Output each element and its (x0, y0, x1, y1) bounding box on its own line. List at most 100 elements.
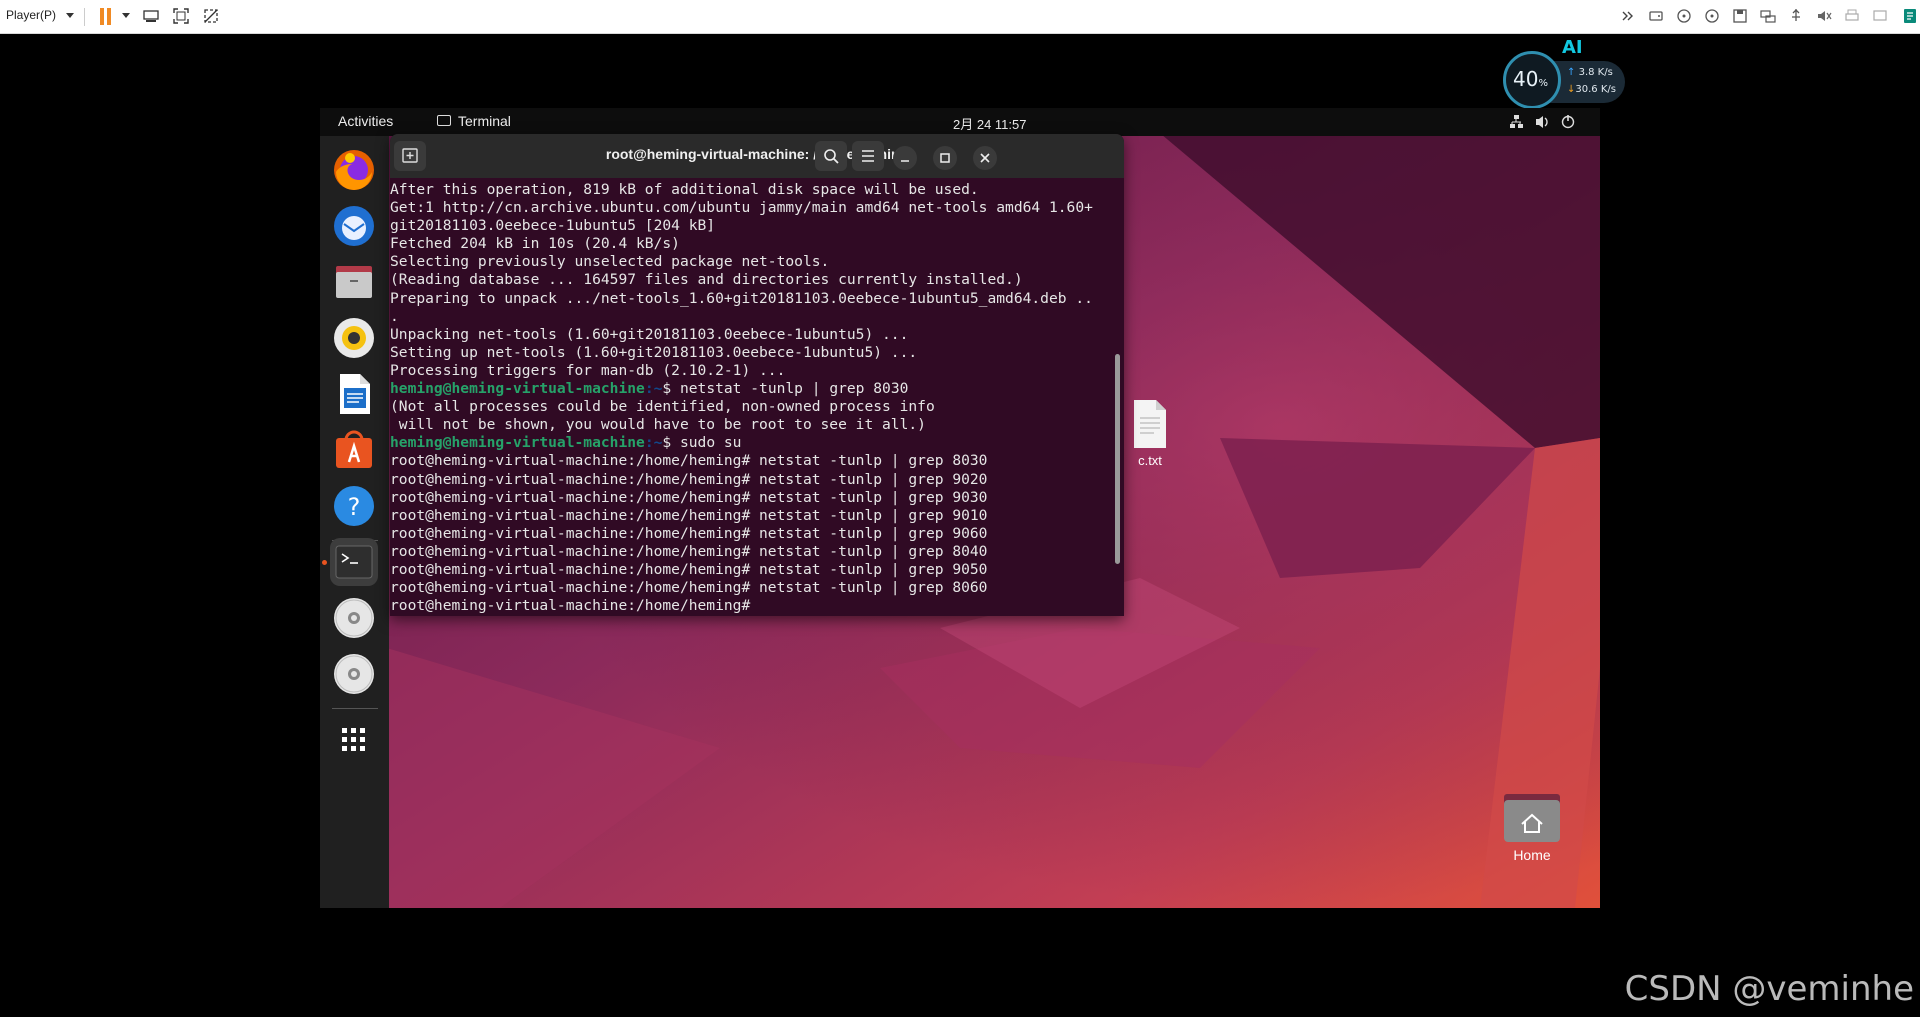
line-text: root@heming-virtual-machine:/home/heming… (390, 524, 988, 542)
cdrom-icon[interactable] (1676, 8, 1692, 24)
minimize-button[interactable] (893, 146, 917, 170)
line-text: . (390, 307, 399, 325)
libreoffice-writer-icon[interactable] (330, 370, 378, 418)
unity-mode-icon[interactable] (203, 8, 219, 24)
terminal-line: Fetched 204 kB in 10s (20.4 kB/s) (390, 235, 1110, 253)
terminal-line: root@heming-virtual-machine:/home/heming… (390, 489, 1110, 507)
terminal-line: After this operation, 819 kB of addition… (390, 181, 1110, 199)
thunderbird-icon[interactable] (330, 202, 378, 250)
terminal-line: Preparing to unpack .../net-tools_1.60+g… (390, 290, 1110, 308)
system-menu[interactable] (1510, 114, 1580, 133)
send-ctrl-alt-del-icon[interactable] (143, 8, 159, 24)
running-indicator (322, 560, 327, 565)
toolbar-divider (84, 8, 85, 26)
terminal-line: Get:1 http://cn.archive.ubuntu.com/ubunt… (390, 199, 1110, 217)
line-text: will not be shown, you would have to be … (390, 416, 926, 434)
firefox-icon[interactable] (330, 146, 378, 194)
terminal-line: Setting up net-tools (1.60+git20181103.0… (390, 344, 1110, 362)
usb-icon[interactable] (1788, 8, 1804, 24)
terminal-scrollbar[interactable] (1115, 354, 1120, 564)
terminal-line: . (390, 308, 1110, 326)
line-text: $ sudo su (662, 434, 742, 452)
cdrom-icon[interactable] (1704, 8, 1720, 24)
rhythmbox-icon[interactable] (330, 314, 378, 362)
app-center-icon[interactable] (330, 426, 378, 474)
activities-button[interactable]: Activities (338, 113, 393, 129)
show-apps-icon[interactable] (330, 716, 378, 764)
hamburger-menu-button[interactable] (852, 141, 884, 171)
chevron-down-icon[interactable] (66, 13, 74, 18)
home-label: Home (1513, 847, 1551, 863)
hard-disk-icon[interactable] (1648, 8, 1664, 24)
line-text: root@heming-virtual-machine:/home/heming… (390, 488, 988, 506)
terminal-line: root@heming-virtual-machine:/home/heming… (390, 525, 1110, 543)
clock[interactable]: 2月 24 11:57 (953, 114, 1026, 133)
line-text: root@heming-virtual-machine:/home/heming… (390, 560, 988, 578)
search-icon (824, 149, 839, 164)
terminal-line: heming@heming-virtual-machine:~$ netstat… (390, 380, 1110, 398)
terminal-line: will not be shown, you would have to be … (390, 416, 1110, 434)
cpu-percent: 40% (1513, 67, 1548, 91)
files-icon[interactable] (330, 258, 378, 306)
prompt-path: :~ (644, 434, 663, 452)
dvd-icon[interactable] (330, 594, 378, 642)
search-button[interactable] (815, 141, 847, 171)
close-button[interactable] (973, 146, 997, 170)
gnome-top-bar: Activities Terminal 2月 24 11:57 (320, 108, 1600, 136)
terminal-icon[interactable] (330, 538, 378, 586)
maximize-button[interactable] (933, 146, 957, 170)
network-icon (1510, 115, 1523, 128)
network-adapter-icon[interactable] (1760, 8, 1776, 24)
text-file-icon (1134, 400, 1166, 448)
guest-screen[interactable]: Activities Terminal 2月 24 11:57 ? c.txt … (320, 108, 1600, 908)
chevron-down-icon[interactable] (122, 13, 130, 18)
terminal-window[interactable]: root@heming-virtual-machine: /home/hemin… (390, 134, 1124, 616)
terminal-line: heming@heming-virtual-machine:~$ sudo su (390, 434, 1110, 452)
line-text: $ netstat -tunlp | grep 8030 (662, 380, 909, 398)
desktop-file-item[interactable]: c.txt (1120, 398, 1180, 468)
line-text: Get:1 http://cn.archive.ubuntu.com/ubunt… (390, 199, 1093, 217)
prompt-user: heming@heming-virtual-machine (390, 380, 645, 398)
sound-card-icon[interactable] (1816, 8, 1832, 24)
line-text: (Reading database ... 164597 files and d… (390, 271, 1023, 289)
terminal-line: (Not all processes could be identified, … (390, 398, 1110, 416)
ai-badge: AI (1562, 37, 1583, 58)
desktop-home-item[interactable]: Home (1497, 792, 1567, 863)
app-menu[interactable]: Terminal (437, 113, 511, 129)
dvd-icon[interactable] (330, 650, 378, 698)
arrow-up-icon: ↑ (1567, 67, 1576, 78)
floppy-icon[interactable] (1732, 8, 1748, 24)
terminal-header-bar[interactable]: root@heming-virtual-machine: /home/hemin… (390, 134, 1124, 178)
line-text: git20181103.0eebece-1ubuntu5 [204 kB] (390, 217, 716, 235)
prompt-user: heming@heming-virtual-machine (390, 434, 645, 452)
fullscreen-icon[interactable] (173, 8, 189, 24)
line-text: Setting up net-tools (1.60+git20181103.0… (390, 343, 918, 361)
overflow-chevron-icon[interactable] (1620, 8, 1636, 24)
prompt-path: :~ (644, 380, 663, 398)
terminal-line: root@heming-virtual-machine:/home/heming… (390, 507, 1110, 525)
menu-icon (862, 150, 874, 162)
line-text: Selecting previously unselected package … (390, 253, 830, 271)
line-text: Fetched 204 kB in 10s (20.4 kB/s) (390, 235, 680, 253)
line-text: root@heming-virtual-machine:/home/heming… (390, 470, 988, 488)
terminal-line: Unpacking net-tools (1.60+git20181103.0e… (390, 326, 1110, 344)
player-menu[interactable]: Player(P) (6, 8, 56, 22)
terminal-output[interactable]: After this operation, 819 kB of addition… (390, 181, 1110, 616)
svg-text:?: ? (348, 493, 361, 521)
line-text: root@heming-virtual-machine:/home/heming… (390, 579, 988, 597)
terminal-line: git20181103.0eebece-1ubuntu5 [204 kB] (390, 217, 1110, 235)
file-label: c.txt (1138, 453, 1162, 468)
terminal-line: root@heming-virtual-machine:/home/heming… (390, 579, 1110, 597)
message-log-icon[interactable] (1902, 8, 1918, 24)
home-folder-icon (1504, 794, 1560, 842)
terminal-line: root@heming-virtual-machine:/home/heming… (390, 543, 1110, 561)
line-text: root@heming-virtual-machine:/home/heming… (390, 506, 988, 524)
terminal-line: root@heming-virtual-machine:/home/heming… (390, 452, 1110, 470)
printer-icon[interactable] (1844, 8, 1860, 24)
help-icon[interactable]: ? (330, 482, 378, 530)
network-monitor-widget[interactable]: 40% AI ↑ 3.8 K/s ↓30.6 K/s (1503, 37, 1625, 109)
terminal-line: root@heming-virtual-machine:/home/heming… (390, 471, 1110, 489)
terminal-line: root@heming-virtual-machine:/home/heming… (390, 561, 1110, 579)
display-icon[interactable] (1872, 8, 1888, 24)
pause-icon[interactable] (100, 8, 113, 25)
